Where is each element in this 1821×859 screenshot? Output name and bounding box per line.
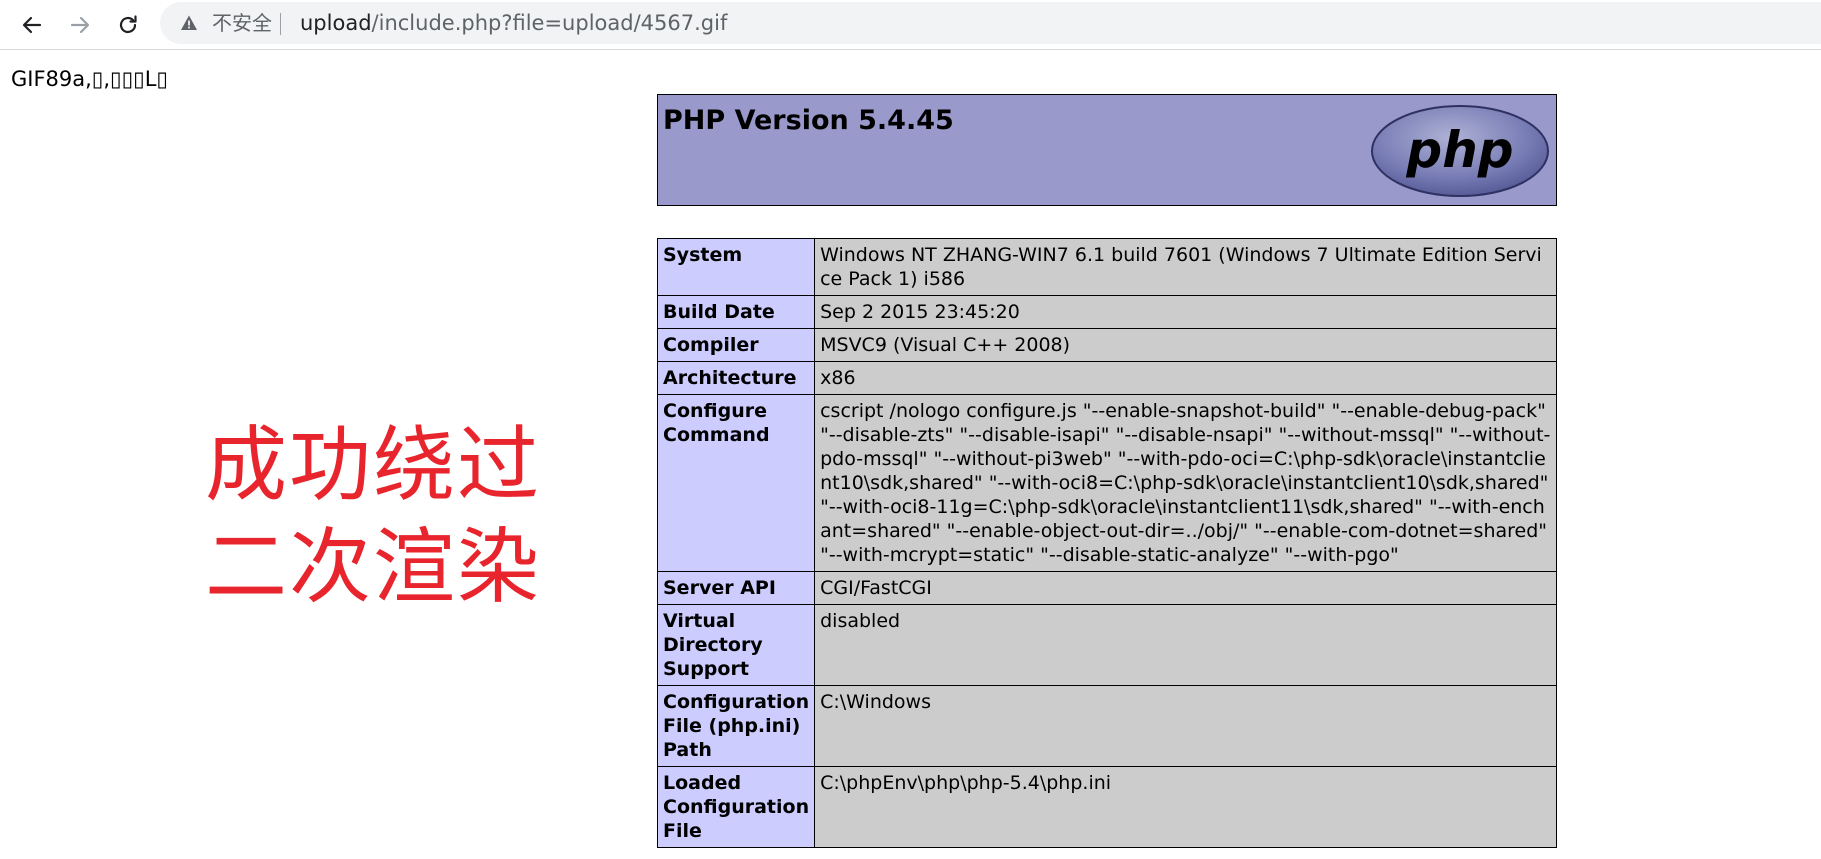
row-value: x86	[814, 361, 1557, 395]
url-path: /include.php?file=upload/4567.gif	[371, 11, 728, 35]
table-row: Compiler MSVC9 (Visual C++ 2008)	[656, 328, 1557, 362]
row-label: Build Date	[656, 295, 816, 329]
php-logo-text: php	[1405, 121, 1513, 179]
row-value: C:\Windows	[814, 685, 1557, 767]
warning-triangle-icon[interactable]	[180, 14, 198, 32]
gif-header-text: GIF89a,▯,▯▯▯L▯	[11, 67, 168, 91]
table-row: Configuration File (php.ini) Path C:\Win…	[656, 685, 1557, 767]
row-value: cscript /nologo configure.js "--enable-s…	[814, 394, 1557, 572]
php-version-title: PHP Version 5.4.45	[663, 105, 954, 136]
table-row: Virtual Directory Support disabled	[656, 604, 1557, 686]
row-label: Loaded Configuration File	[656, 766, 816, 848]
address-bar[interactable]: 不安全 upload/include.php?file=upload/4567.…	[160, 2, 1821, 44]
row-value: disabled	[814, 604, 1557, 686]
back-button[interactable]	[14, 7, 50, 43]
row-label: Configuration File (php.ini) Path	[656, 685, 816, 767]
row-label: Server API	[656, 571, 816, 605]
row-value: MSVC9 (Visual C++ 2008)	[814, 328, 1557, 362]
row-label: System	[656, 238, 816, 296]
phpinfo-header: PHP Version 5.4.45 php	[657, 94, 1557, 206]
browser-toolbar: 不安全 upload/include.php?file=upload/4567.…	[0, 0, 1821, 50]
arrow-left-icon	[22, 16, 42, 34]
row-label: Configure Command	[656, 394, 816, 572]
phpinfo-table: System Windows NT ZHANG-WIN7 6.1 build 7…	[656, 238, 1557, 848]
arrow-right-icon	[70, 16, 90, 34]
row-value: C:\phpEnv\php\php-5.4\php.ini	[814, 766, 1557, 848]
url-text[interactable]: upload/include.php?file=upload/4567.gif	[300, 12, 727, 34]
overlay-line-1: 成功绕过	[205, 418, 542, 513]
forward-button[interactable]	[62, 7, 98, 43]
row-label: Virtual Directory Support	[656, 604, 816, 686]
row-label: Compiler	[656, 328, 816, 362]
row-label: Architecture	[656, 361, 816, 395]
overlay-annotation: 成功绕过 二次渲染	[205, 415, 545, 619]
table-row: Server API CGI/FastCGI	[656, 571, 1557, 605]
table-row: Configure Command cscript /nologo config…	[656, 394, 1557, 572]
address-divider	[280, 13, 281, 35]
row-value: Windows NT ZHANG-WIN7 6.1 build 7601 (Wi…	[814, 238, 1557, 296]
row-value: Sep 2 2015 23:45:20	[814, 295, 1557, 329]
table-row: Build Date Sep 2 2015 23:45:20	[656, 295, 1557, 329]
row-value: CGI/FastCGI	[814, 571, 1557, 605]
table-row: Loaded Configuration File C:\phpEnv\php\…	[656, 766, 1557, 848]
security-status-label[interactable]: 不安全	[212, 12, 272, 34]
php-logo-icon[interactable]: php	[1370, 104, 1550, 198]
overlay-line-2: 二次渲染	[205, 520, 542, 615]
url-host: upload	[300, 11, 372, 35]
table-row: System Windows NT ZHANG-WIN7 6.1 build 7…	[656, 238, 1557, 296]
reload-icon	[119, 15, 137, 34]
reload-button[interactable]	[110, 7, 146, 43]
table-row: Architecture x86	[656, 361, 1557, 395]
